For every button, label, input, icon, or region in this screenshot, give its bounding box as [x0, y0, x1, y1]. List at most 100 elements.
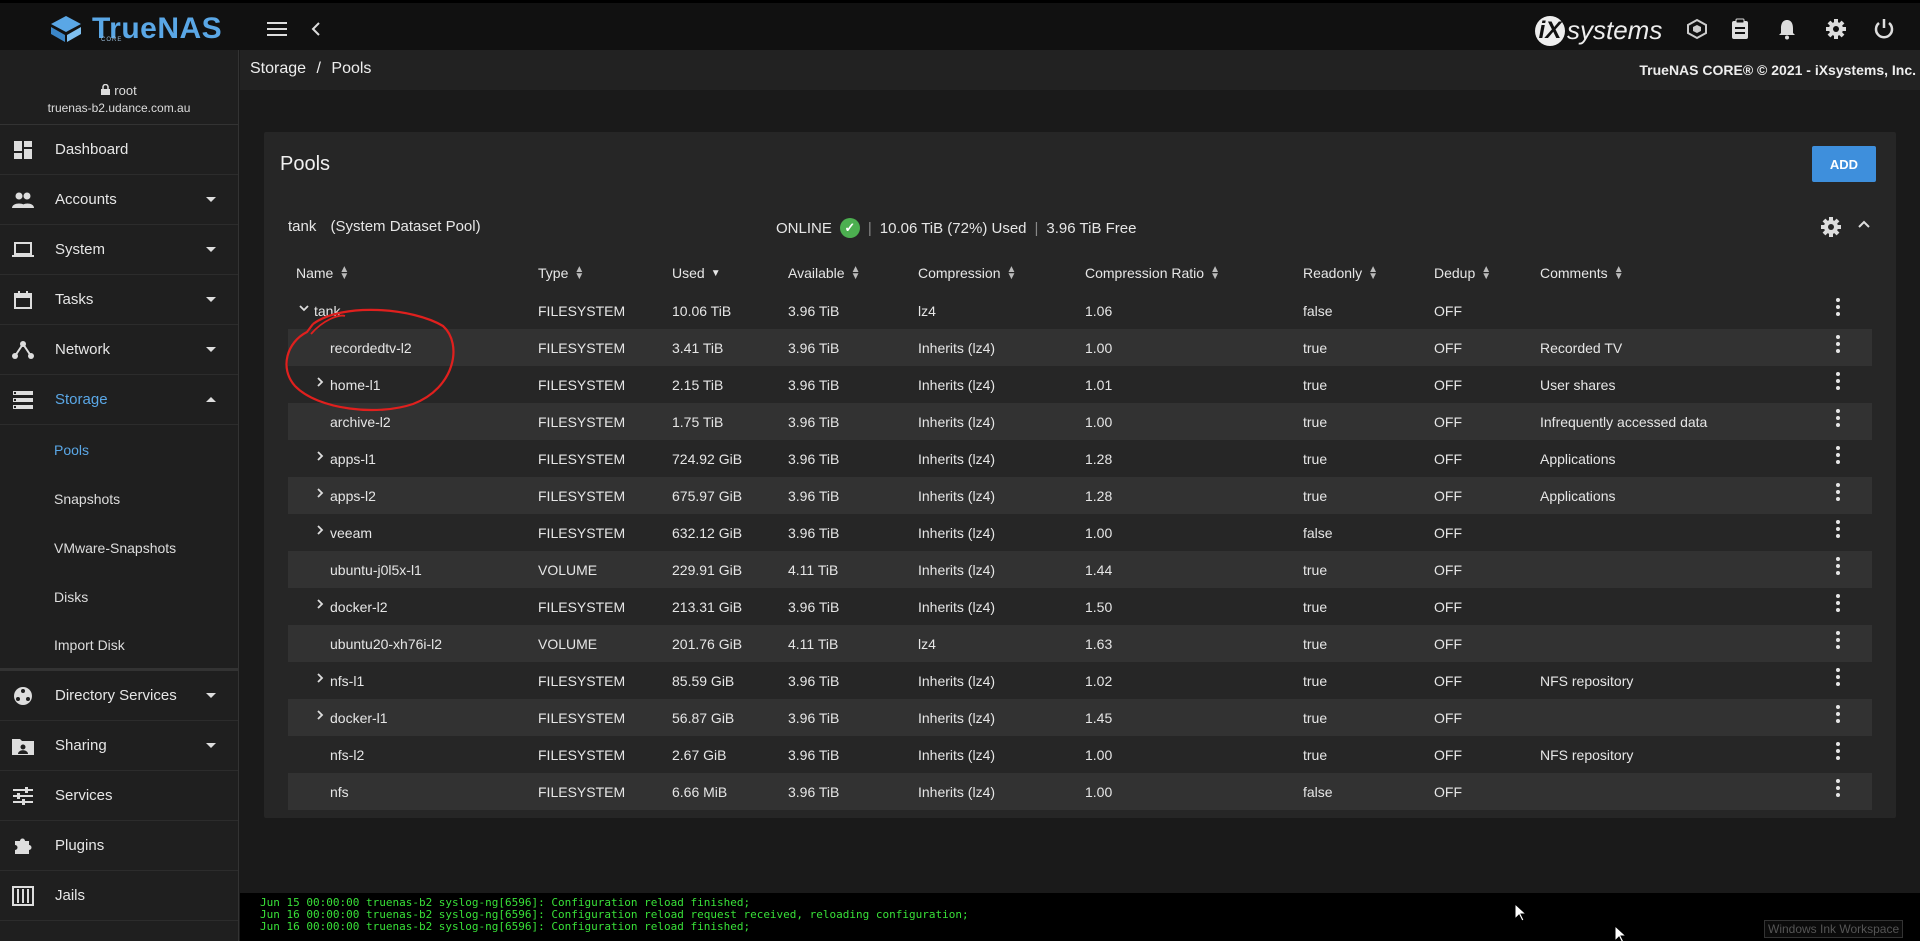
more-options-icon[interactable] — [1830, 740, 1846, 762]
more-options-icon[interactable] — [1830, 370, 1846, 392]
more-options-icon[interactable] — [1830, 777, 1846, 799]
chevron-right-icon[interactable] — [314, 597, 326, 613]
sidebar-item-system[interactable]: System — [0, 225, 238, 275]
sidebar-subitem-pools[interactable]: Pools — [0, 425, 238, 474]
sidebar-subitem-vmware-snapshots[interactable]: VMware-Snapshots — [0, 523, 238, 572]
table-row[interactable]: veeam FILESYSTEM 632.12 GiB 3.96 TiB Inherit… — [288, 514, 1872, 551]
cell-dedup: OFF — [1434, 562, 1462, 578]
table-row[interactable]: docker-l1 FILESYSTEM 56.87 GiB 3.96 TiB Inhe… — [288, 699, 1872, 736]
more-options-icon[interactable] — [1830, 666, 1846, 688]
ix-logo-icon: iX — [1535, 15, 1565, 46]
chevron-right-icon[interactable] — [314, 375, 326, 391]
cell-compression: Inherits (lz4) — [918, 673, 996, 689]
column-header-name[interactable]: Name ▲ ▼ — [296, 265, 349, 282]
sidebar-subitem-snapshots[interactable]: Snapshots — [0, 474, 238, 523]
column-header-used[interactable]: Used ▼ — [672, 265, 721, 281]
menu-icon[interactable] — [264, 16, 290, 42]
chevron-right-icon[interactable] — [314, 449, 326, 465]
divider: | — [867, 219, 872, 237]
sort-icon: ▲ ▼ — [1368, 264, 1379, 282]
column-header-available[interactable]: Available ▲ ▼ — [788, 265, 860, 282]
cell-name: nfs-l1 — [330, 673, 365, 689]
table-row[interactable]: recordedtv-l2 FILESYSTEM 3.41 TiB 3.96 TiB I… — [288, 329, 1872, 366]
sidebar-subitem-import-disk[interactable]: Import Disk — [0, 621, 238, 671]
table-row[interactable]: archive-l2 FILESYSTEM 1.75 TiB 3.96 TiB Inhe… — [288, 403, 1872, 440]
breadcrumb-pools: Pools — [331, 60, 372, 77]
table-row[interactable]: home-l1 FILESYSTEM 2.15 TiB 3.96 TiB Inherit… — [288, 366, 1872, 403]
sidebar-item-tasks[interactable]: Tasks — [0, 275, 238, 325]
table-header: Name ▲ ▼ Type ▲ ▼ Used ▼ Available ▲ ▼ Compress… — [288, 256, 1872, 292]
sidebar-item-accounts[interactable]: Accounts — [0, 175, 238, 225]
cell-compression: lz4 — [918, 636, 936, 652]
chevron-down-icon[interactable] — [298, 301, 310, 317]
table-body: tank FILESYSTEM 10.06 TiB 3.96 TiB lz4 1.06 fa… — [288, 292, 1872, 810]
truecommand-icon[interactable] — [1684, 16, 1710, 42]
truenas-logo[interactable]: TrueNAS — [48, 9, 222, 49]
more-options-icon[interactable] — [1830, 592, 1846, 614]
table-row[interactable]: tank FILESYSTEM 10.06 TiB 3.96 TiB lz4 1.06 fa… — [288, 292, 1872, 329]
sidebar-item-services[interactable]: Services — [0, 771, 238, 821]
sidebar-item-network[interactable]: Network — [0, 325, 238, 375]
column-label: Readonly — [1303, 265, 1363, 281]
column-header-dedup[interactable]: Dedup ▲ ▼ — [1434, 265, 1491, 282]
more-options-icon[interactable] — [1830, 555, 1846, 577]
cell-name: docker-l2 — [330, 599, 388, 615]
truenas-logo-icon — [51, 16, 81, 42]
power-icon[interactable] — [1871, 16, 1897, 42]
chevron-right-icon[interactable] — [314, 486, 326, 502]
cell-compression: Inherits (lz4) — [918, 525, 996, 541]
sidebar-item-plugins[interactable]: Plugins — [0, 821, 238, 871]
cell-compression-ratio: 1.44 — [1085, 562, 1113, 578]
sidebar-item-sharing[interactable]: Sharing — [0, 721, 238, 771]
table-row[interactable]: apps-l2 FILESYSTEM 675.97 GiB 3.96 TiB Inher… — [288, 477, 1872, 514]
column-header-type[interactable]: Type ▲ ▼ — [538, 265, 584, 282]
back-arrow-icon[interactable] — [303, 16, 329, 42]
sidebar-item-jails[interactable]: Jails — [0, 871, 238, 921]
console-log: Jun 15 00:00:00 truenas-b2 syslog-ng[659… — [240, 893, 1920, 941]
column-header-readonly[interactable]: Readonly ▲ ▼ — [1303, 264, 1379, 282]
table-row[interactable]: docker-l2 FILESYSTEM 213.31 GiB 3.96 TiB Inh… — [288, 588, 1872, 625]
table-row[interactable]: nfs FILESYSTEM 6.66 MiB 3.96 TiB Inherits (l… — [288, 773, 1872, 810]
chevron-right-icon[interactable] — [314, 708, 326, 724]
chevron-right-icon[interactable] — [314, 671, 326, 687]
copyright: TrueNAS CORE® © 2021 - iXsystems, Inc. — [1639, 62, 1916, 78]
more-options-icon[interactable] — [1830, 518, 1846, 540]
cell-available: 3.96 TiB — [788, 784, 840, 800]
more-options-icon[interactable] — [1830, 703, 1846, 725]
mouse-cursor-icon — [1515, 904, 1527, 922]
breadcrumb-storage[interactable]: Storage — [250, 60, 306, 77]
cell-type: FILESYSTEM — [538, 673, 626, 689]
more-options-icon[interactable] — [1830, 296, 1846, 318]
pool-settings-gear-icon[interactable] — [1820, 216, 1844, 240]
collapse-chevron-up-icon[interactable] — [1856, 216, 1880, 240]
chevron-right-icon[interactable] — [314, 523, 326, 539]
more-options-icon[interactable] — [1830, 333, 1846, 355]
cell-comments: NFS repository — [1540, 673, 1634, 689]
table-row[interactable]: nfs-l2 FILESYSTEM 2.67 GiB 3.96 TiB Inherits… — [288, 736, 1872, 773]
storage-icon — [12, 389, 34, 411]
cell-available: 3.96 TiB — [788, 673, 840, 689]
sidebar-item-directory-services[interactable]: Directory Services — [0, 671, 238, 721]
column-header-comments[interactable]: Comments ▲ ▼ — [1540, 265, 1624, 282]
table-row[interactable]: nfs-l1 FILESYSTEM 85.59 GiB 3.96 TiB Inherit… — [288, 662, 1872, 699]
sidebar-subitem-disks[interactable]: Disks — [0, 572, 238, 621]
table-row[interactable]: apps-l1 FILESYSTEM 724.92 GiB 3.96 TiB Inher… — [288, 440, 1872, 477]
more-options-icon[interactable] — [1830, 481, 1846, 503]
add-pool-button[interactable]: ADD — [1812, 146, 1876, 182]
more-options-icon[interactable] — [1830, 444, 1846, 466]
column-header-compression-ratio[interactable]: Compression Ratio ▲ ▼ — [1085, 265, 1220, 282]
caret-down-icon — [206, 197, 216, 202]
cell-available: 3.96 TiB — [788, 303, 840, 319]
more-options-icon[interactable] — [1830, 407, 1846, 429]
sidebar-item-dashboard[interactable]: Dashboard — [0, 125, 238, 175]
table-row[interactable]: ubuntu20-xh76i-l2 VOLUME 201.76 GiB 4.11 Ti… — [288, 625, 1872, 662]
sidebar-item-storage[interactable]: Storage — [0, 375, 238, 425]
more-options-icon[interactable] — [1830, 629, 1846, 651]
column-header-compression[interactable]: Compression ▲ ▼ — [918, 265, 1016, 282]
cell-compression-ratio: 1.28 — [1085, 451, 1113, 467]
gear-icon[interactable] — [1823, 16, 1849, 42]
windows-ink-workspace-label[interactable]: Windows Ink Workspace — [1764, 920, 1904, 938]
bell-icon[interactable] — [1774, 16, 1800, 42]
clipboard-icon[interactable] — [1727, 16, 1753, 42]
table-row[interactable]: ubuntu-j0l5x-l1 VOLUME 229.91 GiB 4.11 TiB I… — [288, 551, 1872, 588]
